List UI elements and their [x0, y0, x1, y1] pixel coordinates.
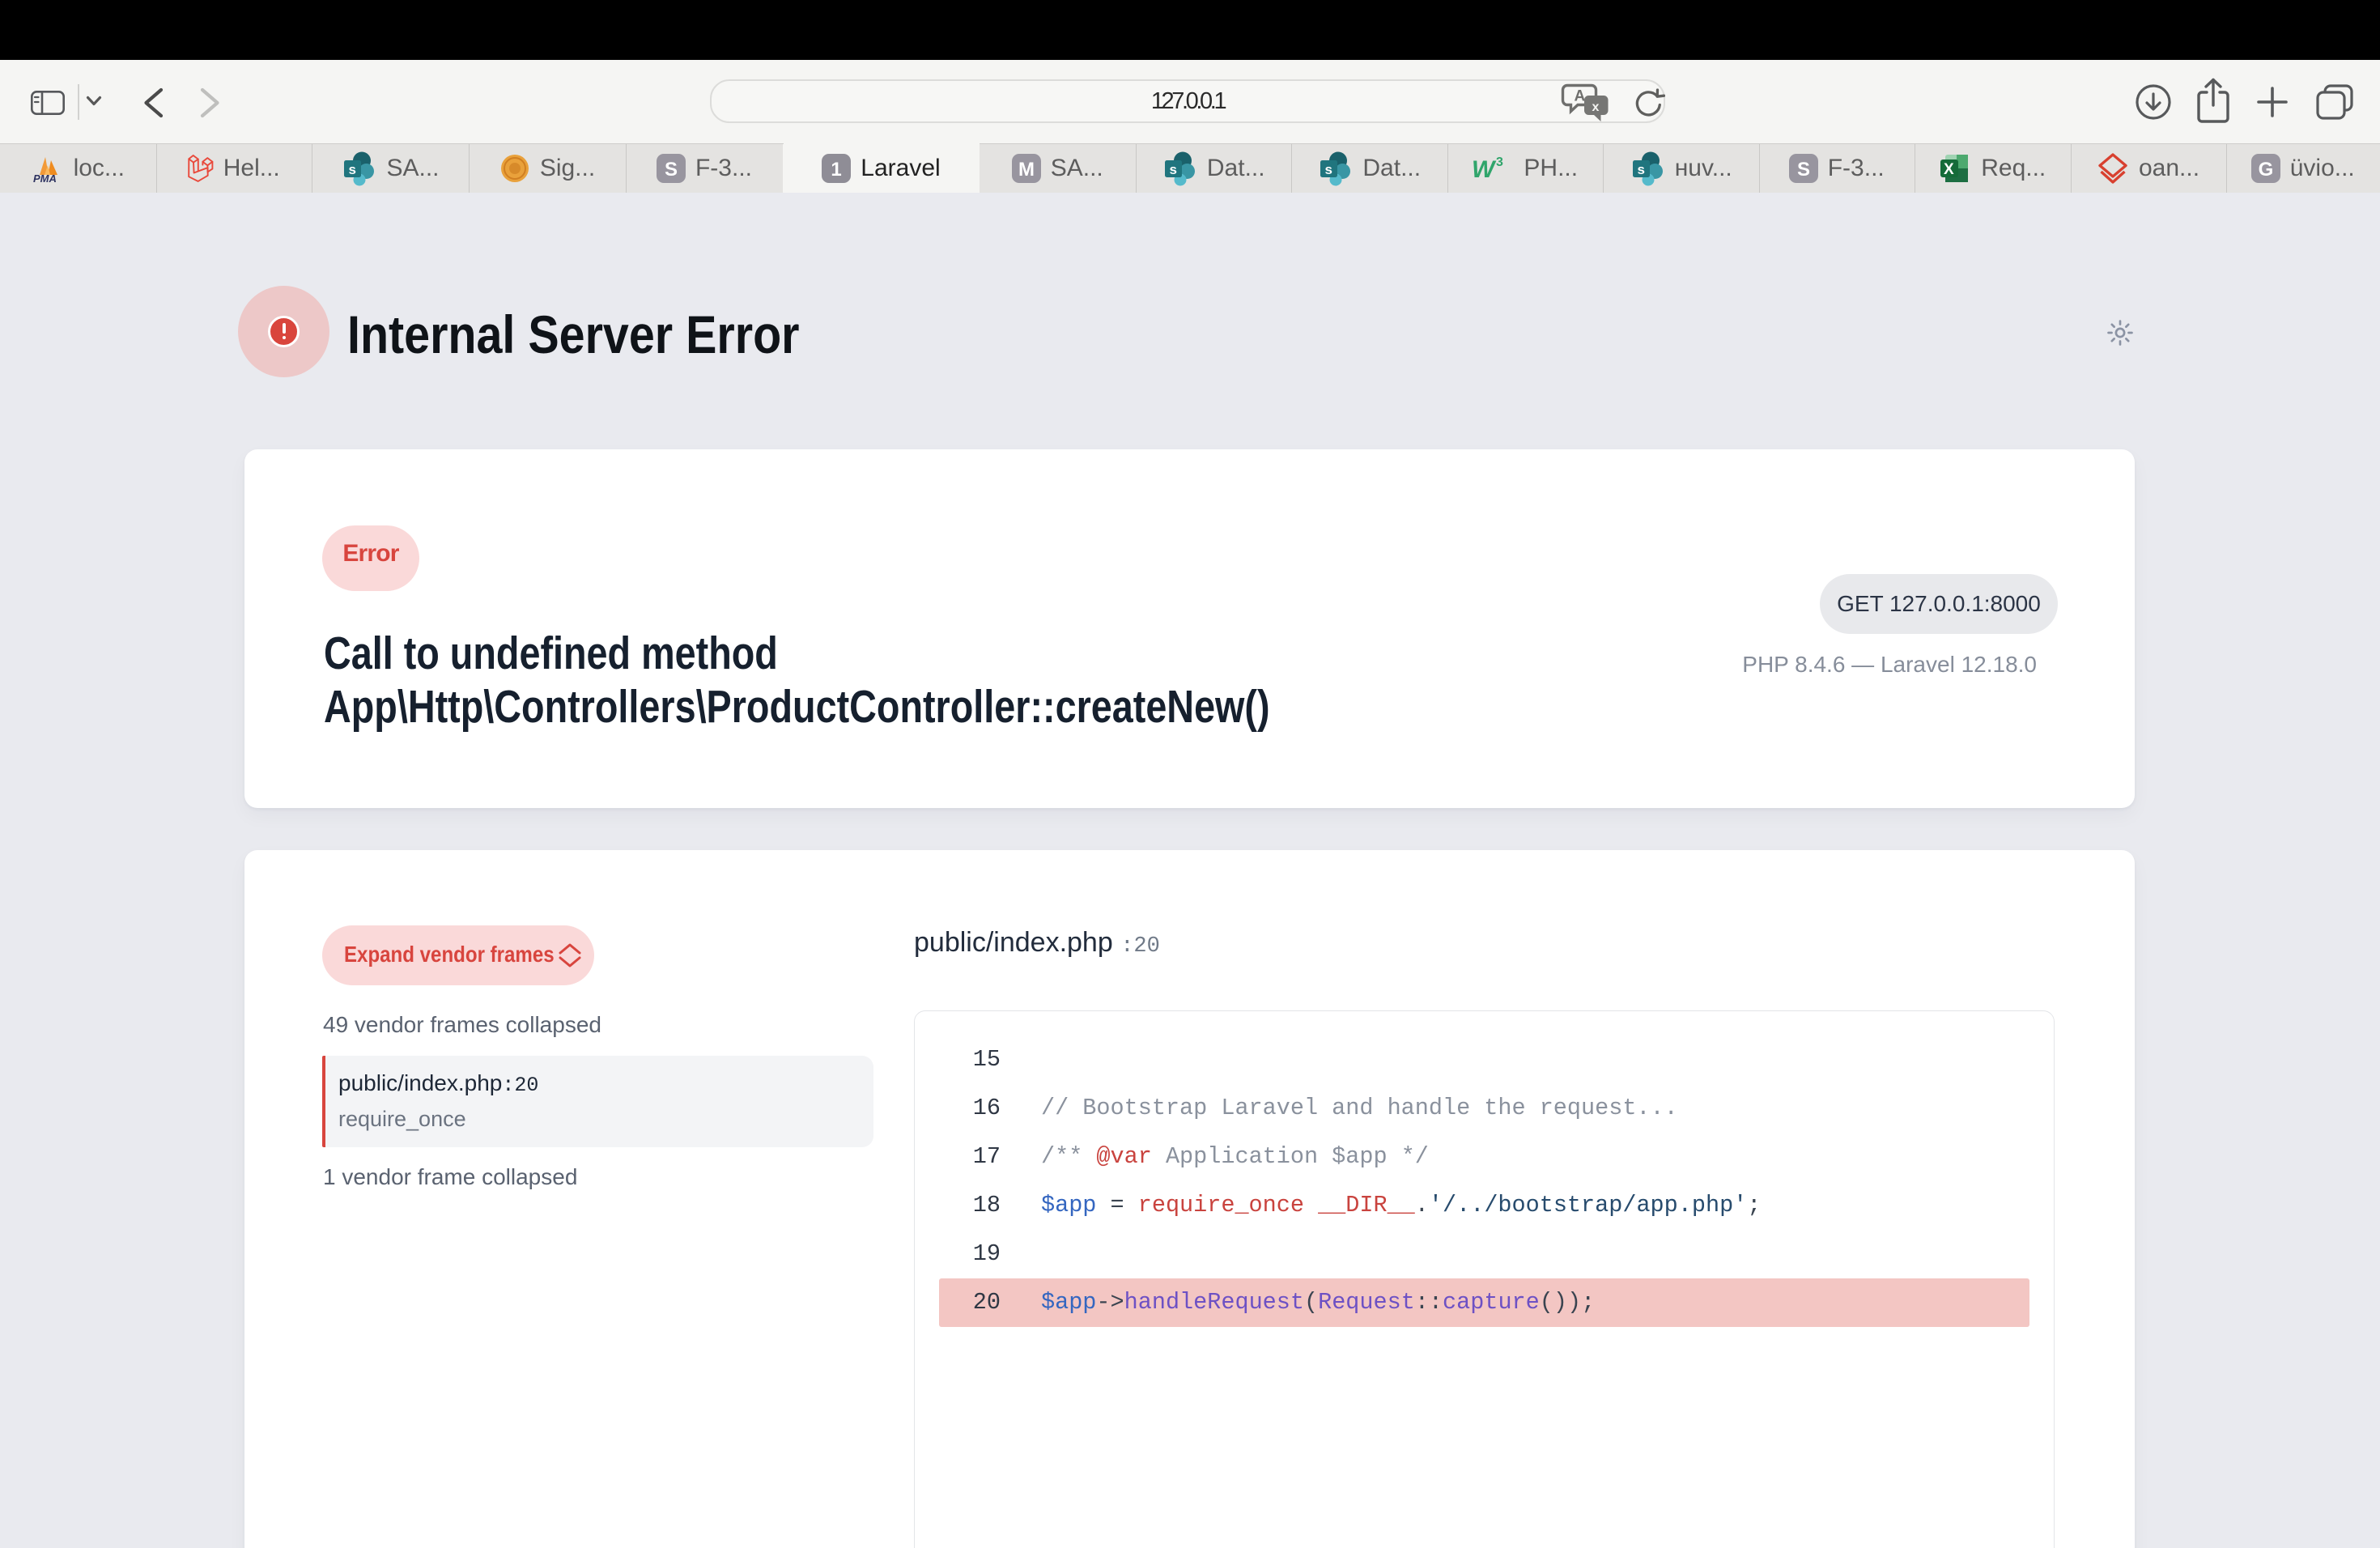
- svg-text:M: M: [1018, 159, 1035, 181]
- svg-text:x: x: [1592, 100, 1600, 114]
- svg-text:S: S: [1797, 159, 1810, 181]
- svg-text:s: s: [1169, 162, 1176, 177]
- svg-text:1: 1: [831, 159, 842, 181]
- svg-text:A: A: [1575, 88, 1586, 105]
- svg-text:S: S: [665, 159, 678, 181]
- svg-text:s: s: [1637, 162, 1644, 177]
- svg-text:3: 3: [1496, 155, 1503, 169]
- svg-text:s: s: [1325, 162, 1332, 177]
- svg-text:W: W: [1472, 156, 1497, 182]
- svg-text:G: G: [2258, 159, 2273, 181]
- svg-text:PMA: PMA: [33, 172, 57, 183]
- svg-text:X: X: [1944, 161, 1954, 178]
- svg-text:s: s: [349, 162, 356, 177]
